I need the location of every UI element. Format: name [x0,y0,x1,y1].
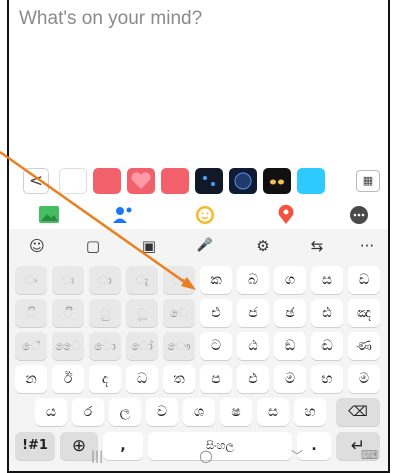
key[interactable]: ඵ [237,365,269,393]
composer-input[interactable]: What's on your mind? [19,8,202,30]
key[interactable]: ඡ [274,299,306,327]
translate-icon[interactable]: ⇆ [303,234,331,258]
background-collapse-button[interactable]: < [23,168,49,194]
background-swatch-dark[interactable] [195,168,223,194]
background-swatch-red[interactable] [93,168,121,194]
key[interactable]: ත [163,365,195,393]
key[interactable]: ෝ [126,332,158,360]
key[interactable]: ධ [126,365,158,393]
key[interactable]: ෂ [220,398,252,426]
keyboard-hide-icon[interactable]: ⌨ [361,448,378,462]
key[interactable]: ර [72,398,104,426]
background-swatch-eyes[interactable] [263,168,291,194]
photo-icon[interactable] [37,203,63,227]
sticker-icon[interactable]: ▣ [135,234,163,258]
keyboard-toolbar: ☺ ▢ ▣ 🎤 ⚙ ⇆ ··· [9,231,388,261]
key[interactable]: ෛ [52,332,84,360]
background-swatch-cyan[interactable] [297,168,325,194]
key[interactable]: ඤ [348,299,380,327]
key[interactable]: බ [237,266,269,294]
key[interactable]: ම [274,365,306,393]
key[interactable]: ය [35,398,67,426]
mic-icon[interactable]: 🎤 [191,234,219,258]
keyboard: ☺ ▢ ▣ 🎤 ⚙ ⇆ ··· ං ඃ ා ැ ෑ ක බ ග ස ඩ ි ී … [9,229,388,471]
settings-icon[interactable]: ⚙ [249,234,277,258]
key[interactable]: ඃ [52,266,84,294]
key[interactable]: එ [200,299,232,327]
checkin-icon[interactable] [273,203,299,227]
key[interactable]: ෙ [163,299,195,327]
key[interactable]: ඨ [237,332,269,360]
more-options-icon[interactable]: ··· [353,234,381,258]
eyes-icon [270,179,284,185]
tag-people-icon[interactable] [109,203,135,227]
key[interactable]: ක [200,266,232,294]
sparkle-icon [203,176,215,186]
key[interactable]: ො [89,332,121,360]
key[interactable]: ඬ [311,332,343,360]
back-icon[interactable]: ﹀ [291,447,303,464]
key[interactable]: ණ [348,332,380,360]
heart-icon [131,172,151,189]
key[interactable]: ල [109,398,141,426]
key[interactable]: ද [89,365,121,393]
key[interactable]: ඪ [311,299,343,327]
key-row-4: න ඊ ද ධ ත ප ඵ ම භ ම [15,365,382,393]
recents-icon[interactable]: ||| [91,449,103,463]
key[interactable]: ජ [237,299,269,327]
key[interactable]: ග [274,266,306,294]
background-swatch-heart[interactable] [127,168,155,194]
post-actions [9,200,388,230]
home-icon[interactable]: ○ [199,446,213,465]
key[interactable]: ට [200,332,232,360]
key[interactable]: ී [52,299,84,327]
background-swatch-red-2[interactable] [161,168,189,194]
key[interactable]: හ [294,398,326,426]
key-row-3: ේ ෛ ො ෝ ෞ ට ඨ ඞ ඬ ණ [15,332,382,360]
key[interactable]: ු [89,299,121,327]
key[interactable]: ස [311,266,343,294]
key[interactable]: න [15,365,47,393]
app-frame: What's on your mind? < ▦ ☺ ▢ ▣ 🎤 ⚙ ⇆ ···… [7,0,390,473]
key[interactable]: ැ [126,266,158,294]
key[interactable]: ි [15,299,47,327]
planet-icon [234,172,252,190]
feeling-icon[interactable] [192,203,218,227]
key-row-5: ය ර ල ව ශ ෂ ස හ ⌫ [15,398,382,426]
clipboard-icon[interactable]: ▢ [79,234,107,258]
key[interactable]: ඩ [348,266,380,294]
key[interactable]: ඞ [274,332,306,360]
backspace-key[interactable]: ⌫ [336,398,380,426]
key[interactable]: ශ [183,398,215,426]
key-row-2: ි ී ු ූ ෙ එ ජ ඡ ඪ ඤ [15,299,382,327]
key[interactable]: ූ [126,299,158,327]
emoji-icon[interactable]: ☺ [23,234,51,258]
key[interactable]: ස [257,398,289,426]
key[interactable]: ෞ [163,332,195,360]
background-swatch-white[interactable] [59,168,87,194]
key[interactable]: ෑ [163,266,195,294]
key-row-1: ං ඃ ා ැ ෑ ක බ ග ස ඩ [15,266,382,294]
key[interactable]: ේ [15,332,47,360]
key[interactable]: ඊ [52,365,84,393]
background-swatch-blue-planet[interactable] [229,168,257,194]
all-backgrounds-button[interactable]: ▦ [356,170,380,192]
key[interactable]: ම [348,365,380,393]
key[interactable]: ප [200,365,232,393]
key[interactable]: භ [311,365,343,393]
key[interactable]: ව [146,398,178,426]
key[interactable]: ා [89,266,121,294]
key[interactable]: ං [15,266,47,294]
navigation-bar: ||| ○ ﹀ ⌨ [9,443,388,471]
more-icon[interactable] [346,203,372,227]
background-picker: < ▦ [9,166,388,196]
